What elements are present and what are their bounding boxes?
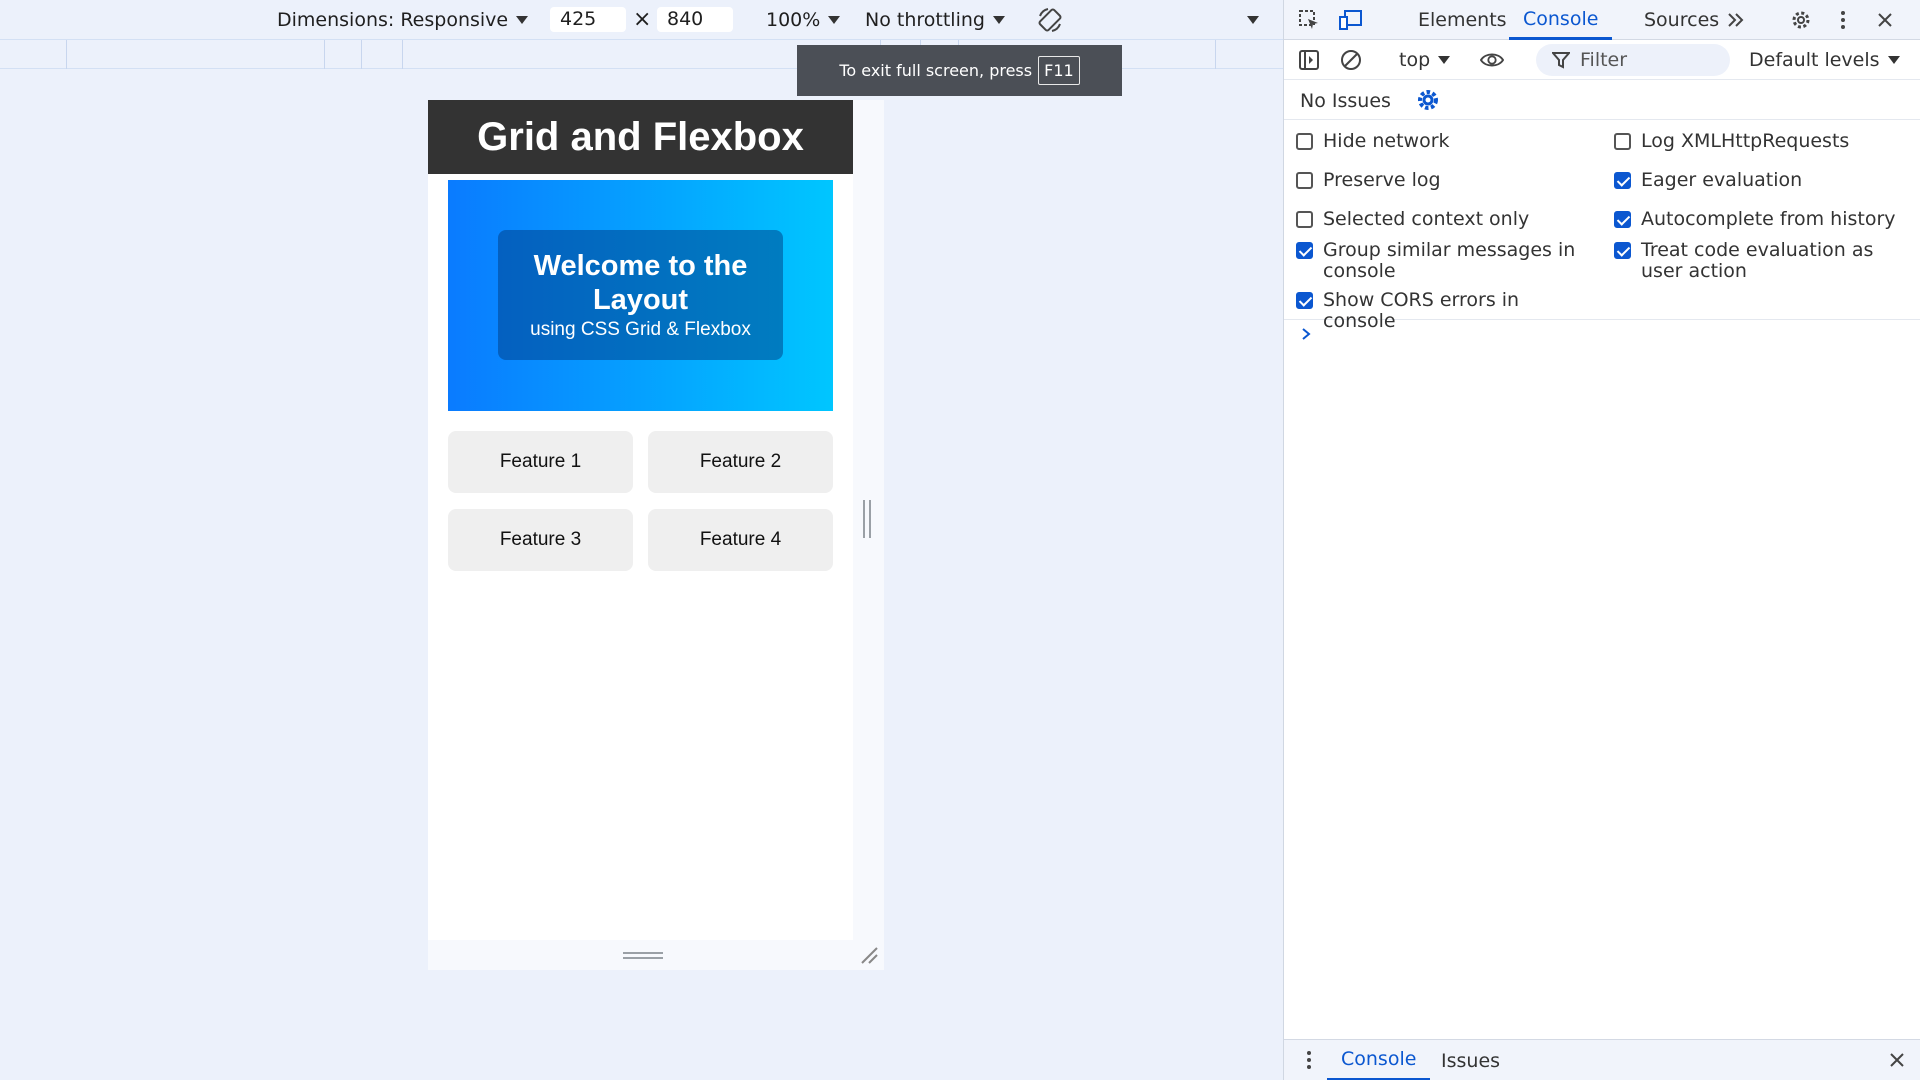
height-input[interactable]: 840 (657, 7, 733, 32)
dimensions-dropdown[interactable]: Dimensions: Responsive (277, 0, 529, 39)
gear-icon[interactable] (1789, 8, 1813, 32)
throttling-dropdown[interactable]: No throttling (865, 0, 1005, 39)
checkbox-unchecked-icon[interactable] (1614, 133, 1631, 150)
more-options-button[interactable] (1247, 0, 1259, 39)
chevron-down-icon (516, 15, 529, 24)
checkbox-checked-icon[interactable] (1296, 242, 1313, 259)
checkbox-checked-icon[interactable] (1614, 172, 1631, 189)
fullscreen-message: To exit full screen, press (839, 61, 1033, 80)
f11-key: F11 (1038, 56, 1080, 85)
issues-bar: No Issues (1284, 80, 1920, 120)
tab-elements[interactable]: Elements (1406, 0, 1519, 40)
hero-section: Welcome to the Layout using CSS Grid & F… (448, 180, 833, 411)
console-toolbar: top Filter Default levels (1284, 40, 1920, 80)
kebab-menu-icon[interactable] (1831, 8, 1855, 32)
clear-console-icon[interactable] (1339, 48, 1363, 72)
width-input[interactable]: 425 (550, 7, 626, 32)
device-viewport: Grid and Flexbox Welcome to the Layout u… (428, 100, 853, 940)
drawer-tab-bar: Console Issues (1284, 1039, 1920, 1080)
console-prompt-icon[interactable] (1300, 325, 1312, 346)
feature-card-4: Feature 4 (648, 509, 833, 571)
setting-checkbox-1[interactable]: Hide network (1296, 131, 1596, 152)
devtools-tab-bar: Elements Console Sources (1284, 0, 1920, 40)
zoom-label: 100% (766, 8, 821, 31)
setting-label: Autocomplete from history (1641, 208, 1896, 230)
filter-input[interactable]: Filter (1536, 44, 1730, 76)
resize-corner-icon[interactable] (860, 946, 878, 964)
setting-checkbox-6[interactable]: Autocomplete from history (1614, 209, 1914, 230)
console-settings: Hide network Log XMLHttpRequests Preserve … (1284, 120, 1920, 332)
feature-card-1: Feature 1 (448, 431, 633, 493)
zoom-dropdown[interactable]: 100% (766, 0, 841, 39)
setting-label: Selected context only (1323, 208, 1530, 230)
context-dropdown[interactable]: top (1399, 40, 1451, 80)
hero-card: Welcome to the Layout using CSS Grid & F… (498, 230, 783, 360)
more-tabs-icon[interactable] (1724, 8, 1748, 32)
context-label: top (1399, 49, 1431, 71)
console-settings-gear-icon[interactable] (1416, 88, 1440, 112)
chevron-down-icon (1887, 56, 1900, 64)
device-emulation-area: Dimensions: Responsive 425 × 840 100% No… (0, 0, 1283, 1080)
setting-label: Hide network (1323, 130, 1450, 152)
chevron-down-icon (828, 15, 841, 24)
rotate-button[interactable] (1036, 0, 1064, 39)
setting-label: Group similar messages in console (1323, 239, 1576, 282)
dimensions-label: Dimensions: Responsive (277, 8, 509, 31)
checkbox-checked-icon[interactable] (1614, 211, 1631, 228)
emulation-toolbar: Dimensions: Responsive 425 × 840 100% No… (0, 0, 1283, 39)
drawer-tab-console[interactable]: Console (1327, 1040, 1431, 1080)
checkbox-unchecked-icon[interactable] (1296, 133, 1313, 150)
devtools-panel: Elements Console Sources top Filter Defa… (1283, 0, 1920, 1080)
chevron-down-icon (1438, 56, 1451, 64)
chevron-down-icon (1247, 15, 1259, 24)
setting-checkbox-8[interactable]: Treat code evaluation as user action (1614, 240, 1914, 282)
issues-status: No Issues (1300, 90, 1391, 112)
setting-label: Log XMLHttpRequests (1641, 130, 1850, 152)
setting-checkbox-3[interactable]: Preserve log (1296, 170, 1596, 191)
setting-label: Eager evaluation (1641, 169, 1803, 191)
resize-handle-right[interactable] (863, 500, 871, 538)
close-drawer-icon[interactable] (1885, 1048, 1909, 1072)
dimension-separator: × (633, 7, 652, 32)
fullscreen-toast: To exit full screen, press F11 (797, 45, 1122, 96)
setting-label: Show CORS errors in console (1323, 289, 1520, 332)
sidebar-toggle-icon[interactable] (1297, 48, 1321, 72)
chevron-down-icon (992, 15, 1005, 24)
setting-checkbox-2[interactable]: Log XMLHttpRequests (1614, 131, 1914, 152)
device-toolbar-icon[interactable] (1339, 8, 1363, 32)
rotate-icon (1038, 7, 1062, 32)
drawer-menu-icon[interactable] (1297, 1048, 1321, 1072)
log-levels-dropdown[interactable]: Default levels (1749, 40, 1900, 80)
inspect-element-icon[interactable] (1297, 8, 1321, 32)
device-frame: Grid and Flexbox Welcome to the Layout u… (428, 100, 884, 970)
setting-checkbox-7[interactable]: Group similar messages in console (1296, 240, 1596, 282)
log-levels-label: Default levels (1749, 49, 1880, 71)
feature-card-2: Feature 2 (648, 431, 833, 493)
setting-label: Treat code evaluation as user action (1641, 239, 1874, 282)
checkbox-checked-icon[interactable] (1614, 242, 1631, 259)
close-icon[interactable] (1873, 8, 1897, 32)
filter-icon (1552, 52, 1570, 69)
resize-handle-bottom[interactable] (623, 952, 663, 959)
checkbox-unchecked-icon[interactable] (1296, 211, 1313, 228)
tab-sources[interactable]: Sources (1632, 0, 1731, 40)
checkbox-checked-icon[interactable] (1296, 292, 1313, 309)
page-header: Grid and Flexbox (428, 100, 853, 174)
setting-label: Preserve log (1323, 169, 1441, 191)
hero-title: Welcome to the Layout (533, 250, 748, 316)
throttling-label: No throttling (865, 8, 985, 31)
drawer-tab-issues[interactable]: Issues (1429, 1040, 1512, 1080)
setting-checkbox-9[interactable]: Show CORS errors in console (1296, 290, 1596, 332)
setting-checkbox-4[interactable]: Eager evaluation (1614, 170, 1914, 191)
hero-subtitle: using CSS Grid & Flexbox (530, 319, 751, 340)
filter-placeholder: Filter (1580, 49, 1628, 71)
eye-icon[interactable] (1480, 48, 1504, 72)
checkbox-unchecked-icon[interactable] (1296, 172, 1313, 189)
tab-console[interactable]: Console (1509, 0, 1613, 40)
setting-checkbox-5[interactable]: Selected context only (1296, 209, 1596, 230)
feature-card-3: Feature 3 (448, 509, 633, 571)
